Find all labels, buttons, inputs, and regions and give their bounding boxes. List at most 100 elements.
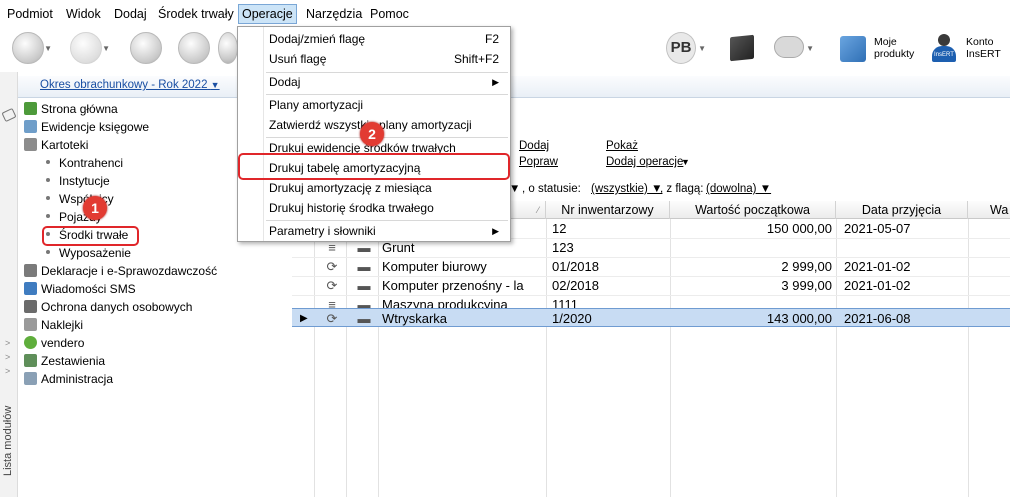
nav-zestawienia[interactable]: Zestawienia bbox=[24, 352, 105, 370]
menu-dodaj[interactable]: Dodaj bbox=[111, 4, 150, 24]
cell-value bbox=[670, 238, 836, 257]
menu-item-drukuj-amortyzacje[interactable]: Drukuj amortyzację z miesiąca bbox=[239, 178, 509, 198]
flag-filter-value[interactable]: (dowolna) ▼ bbox=[706, 183, 771, 195]
cloud-button[interactable]: ▼ bbox=[772, 30, 820, 66]
arrow-icon bbox=[70, 32, 102, 64]
period-selector[interactable]: Okres obrachunkowy - Rok 2022 ▼ bbox=[40, 79, 220, 91]
nav-ochrona-danych[interactable]: Ochrona danych osobowych bbox=[24, 298, 192, 316]
row-pointer-icon: ▶ bbox=[300, 313, 308, 324]
sms-icon bbox=[24, 282, 37, 295]
menu-operacje[interactable]: Operacje bbox=[238, 4, 297, 24]
chevron-down-icon: ▼ bbox=[681, 157, 690, 167]
highlight-drukuj-tabele bbox=[238, 153, 510, 180]
pb-icon: PB bbox=[666, 32, 696, 64]
ledger-icon bbox=[24, 120, 37, 133]
chevron-down-icon: ▼ bbox=[44, 44, 52, 53]
refresh-icon: ⟳ bbox=[326, 259, 338, 274]
dodaj-operacje-link[interactable]: Dodaj operacje bbox=[606, 156, 683, 168]
home-icon bbox=[24, 102, 37, 115]
cell-inv: 12 bbox=[552, 221, 567, 236]
module-list-label[interactable]: Lista modułów bbox=[2, 386, 16, 476]
table-row[interactable]: ⟳ ▬ Komputer przenośny - la 02/2018 3 99… bbox=[292, 276, 1010, 295]
nav-kartoteki[interactable]: Kartoteki bbox=[24, 136, 88, 154]
vendero-icon bbox=[24, 336, 37, 349]
cell-inv: 02/2018 bbox=[552, 278, 599, 293]
coins-button[interactable] bbox=[128, 30, 166, 66]
menu-pomoc[interactable]: Pomoc bbox=[367, 4, 412, 24]
cell-name: Komputer przenośny - la bbox=[382, 278, 524, 293]
menu-narzedzia[interactable]: Narzędzia bbox=[303, 4, 365, 24]
declaration-icon bbox=[24, 264, 37, 277]
forward-button[interactable]: ▼ bbox=[68, 30, 110, 66]
cell-value: 150 000,00 bbox=[766, 221, 832, 236]
chevron-down-icon: ▼ bbox=[210, 80, 220, 90]
nav-strona-glowna[interactable]: Strona główna bbox=[24, 100, 118, 118]
eraser-button[interactable] bbox=[176, 30, 214, 66]
nav-instytucje[interactable]: Instytucje bbox=[46, 172, 110, 190]
nav-wyposazenie[interactable]: Wyposażenie bbox=[46, 244, 131, 262]
menu-item-parametry[interactable]: Parametry i słowniki ▶ bbox=[239, 221, 509, 241]
nav-administracja[interactable]: Administracja bbox=[24, 370, 113, 388]
flag-filter-label: , z flagą: bbox=[660, 183, 704, 195]
nav-naklejki[interactable]: Naklejki bbox=[24, 316, 83, 334]
dodaj-link[interactable]: Dodaj bbox=[519, 140, 549, 152]
pb-button[interactable]: PB ▼ bbox=[662, 30, 712, 66]
nav-deklaracje[interactable]: Deklaracje i e-Sprawozdawczość bbox=[24, 262, 217, 280]
chevron-right-icon[interactable]: > bbox=[5, 338, 10, 348]
tool-button[interactable] bbox=[216, 30, 238, 66]
chevron-down-icon: ▼ bbox=[102, 44, 110, 53]
konto-label: Konto bbox=[966, 36, 994, 48]
cell-date bbox=[840, 238, 966, 257]
cube-button[interactable] bbox=[726, 30, 764, 66]
table-row-selected[interactable]: ▶ ⟳ ▬ Wtryskarka 1/2020 143 000,00 2021-… bbox=[292, 308, 1010, 327]
moje-label: Moje bbox=[874, 36, 897, 48]
products-icon bbox=[840, 36, 866, 62]
nav-vendero[interactable]: vendero bbox=[24, 334, 84, 352]
cell-value: 2 999,00 bbox=[781, 259, 832, 274]
insert-label: InsERT bbox=[966, 48, 1001, 60]
menu-item-plany-amortyzacji[interactable]: Plany amortyzacji bbox=[239, 95, 509, 115]
popraw-link[interactable]: Popraw bbox=[519, 156, 558, 168]
bullet-icon bbox=[46, 160, 50, 164]
arrow-icon bbox=[12, 32, 44, 64]
tool-icon bbox=[218, 32, 238, 64]
moje-produkty-button[interactable]: Moje produkty bbox=[840, 32, 920, 66]
back-button[interactable]: ▼ bbox=[10, 30, 52, 66]
menu-podmiot[interactable]: Podmiot bbox=[4, 4, 56, 24]
status-filter-label: , o statusie: bbox=[522, 183, 581, 195]
status-filter-value[interactable]: (wszystkie) ▼ bbox=[591, 183, 662, 195]
nav-ewidencje-ksiegowe[interactable]: Ewidencje księgowe bbox=[24, 118, 149, 136]
bullet-icon bbox=[46, 250, 50, 254]
table-row[interactable]: ⟳ ▬ Komputer biurowy 01/2018 2 999,00 20… bbox=[292, 257, 1010, 276]
chevron-down-icon: ▼ bbox=[806, 44, 814, 53]
pokaz-link[interactable]: Pokaż bbox=[606, 140, 638, 152]
chevron-right-icon[interactable]: > bbox=[5, 366, 10, 376]
menu-widok[interactable]: Widok bbox=[63, 4, 104, 24]
header-wa[interactable]: Wa bbox=[968, 201, 1010, 219]
menu-item-dodaj[interactable]: Dodaj ▶ bbox=[239, 72, 509, 92]
admin-icon bbox=[24, 372, 37, 385]
header-wartosc-poczatkowa[interactable]: Wartość początkowa bbox=[670, 201, 836, 219]
konto-insert-button[interactable]: InsERT Konto InsERT bbox=[930, 32, 1006, 66]
cell-date: 2021-05-07 bbox=[844, 221, 911, 236]
menu-item-drukuj-historie[interactable]: Drukuj historię środka trwałego bbox=[239, 198, 509, 218]
sticker-icon bbox=[24, 318, 37, 331]
header-nr-inwentarzowy[interactable]: Nr inwentarzowy bbox=[546, 201, 670, 219]
cell-inv: 1/2020 bbox=[552, 311, 592, 326]
chevron-right-icon: ▶ bbox=[492, 226, 499, 236]
menu-srodek-trwaly[interactable]: Środek trwały bbox=[155, 4, 237, 24]
menu-bar: Podmiot Widok Dodaj Środek trwały Operac… bbox=[0, 0, 1010, 26]
refresh-icon: ⟳ bbox=[326, 311, 338, 326]
menu-item-usun-flage[interactable]: Usuń flagę Shift+F2 bbox=[239, 49, 509, 69]
cell-date: 2021-01-02 bbox=[844, 278, 911, 293]
nav-wiadomosci-sms[interactable]: Wiadomości SMS bbox=[24, 280, 136, 298]
header-data-przyjecia[interactable]: Data przyjęcia bbox=[836, 201, 968, 219]
chevron-right-icon[interactable]: > bbox=[5, 352, 10, 362]
cloud-icon bbox=[774, 36, 804, 58]
menu-item-dodaj-zmien-flage[interactable]: Dodaj/zmień flagę F2 bbox=[239, 29, 509, 49]
produkty-label: produkty bbox=[874, 48, 915, 60]
cell-value: 143 000,00 bbox=[766, 311, 832, 326]
eraser-icon bbox=[178, 32, 210, 64]
cell-inv: 123 bbox=[552, 240, 574, 255]
nav-kontrahenci[interactable]: Kontrahenci bbox=[46, 154, 123, 172]
